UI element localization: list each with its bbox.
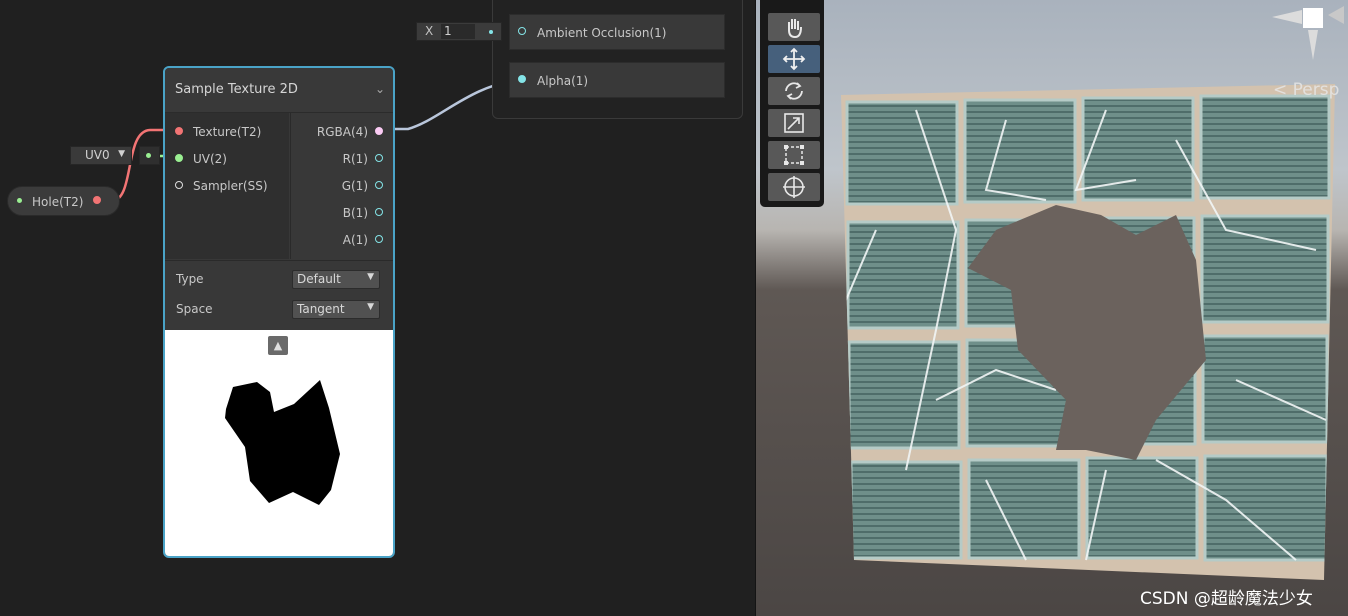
texture-input-label: Texture(T2): [193, 125, 262, 139]
property-node-hole[interactable]: Hole(T2): [7, 186, 120, 216]
projection-label[interactable]: < Persp: [1273, 80, 1339, 100]
sampler-input-label: Sampler(SS): [193, 179, 268, 193]
scene-tools-toolbar: [760, 0, 824, 207]
hand-icon[interactable]: [768, 13, 820, 41]
ao-label: Ambient Occlusion(1): [537, 26, 667, 40]
master-stack-fragment[interactable]: Ambient Occlusion(1) Alpha(1): [492, 0, 743, 119]
block-ambient-occlusion[interactable]: Ambient Occlusion(1): [509, 14, 725, 50]
axis-label: X: [425, 24, 434, 38]
property-indicator-dot: [17, 198, 22, 203]
shader-graph-canvas[interactable]: Ambient Occlusion(1) Alpha(1) X 1 Sample…: [0, 0, 756, 616]
node-header[interactable]: Sample Texture 2D ⌄: [165, 68, 393, 113]
texture-input-port[interactable]: [175, 127, 183, 135]
type-value: Default: [297, 272, 341, 286]
b-output-label: B(1): [342, 206, 368, 220]
ao-input-port[interactable]: [518, 27, 526, 35]
property-label: Hole(T2): [32, 195, 84, 209]
r-output-label: R(1): [342, 152, 368, 166]
orientation-gizmo-icon[interactable]: [1266, 0, 1348, 70]
rgba-output-label: RGBA(4): [316, 125, 368, 139]
dropdown-arrow-icon: ▼: [367, 302, 374, 312]
scene-view[interactable]: < Persp CSDN @超龄魔法少女: [756, 0, 1348, 616]
ao-value-port: [489, 30, 493, 34]
node-settings: Type Default ▼ Space Tangent ▼: [165, 260, 393, 331]
move-icon[interactable]: [768, 45, 820, 73]
watermark-text: CSDN @超龄魔法少女: [1140, 589, 1313, 609]
sample-texture-2d-node[interactable]: Sample Texture 2D ⌄ Texture(T2) UV(2) Sa…: [163, 66, 395, 558]
transform-icon[interactable]: [768, 173, 820, 201]
scale-icon[interactable]: [768, 109, 820, 137]
node-outputs: RGBA(4) R(1) G(1) B(1) A(1): [290, 113, 393, 259]
dropdown-arrow-icon: ▼: [118, 149, 125, 159]
type-label: Type: [176, 272, 204, 286]
node-inputs: Texture(T2) UV(2) Sampler(SS): [165, 113, 289, 259]
node-title: Sample Texture 2D: [175, 82, 298, 97]
property-output-port[interactable]: [93, 196, 101, 204]
ao-default-value-field[interactable]: X 1: [416, 22, 502, 41]
uv-node-port-box[interactable]: [139, 146, 160, 165]
space-label: Space: [176, 302, 213, 316]
type-dropdown[interactable]: Default ▼: [292, 270, 380, 289]
alpha-input-port[interactable]: [518, 75, 526, 83]
glass-panel-render: [841, 84, 1335, 580]
hole-mask-preview: [225, 380, 340, 505]
a-output-port[interactable]: [375, 235, 383, 243]
space-dropdown[interactable]: Tangent ▼: [292, 300, 380, 319]
rect-icon[interactable]: [768, 141, 820, 169]
uv-input-label: UV(2): [193, 152, 227, 166]
editor-window: Ambient Occlusion(1) Alpha(1) X 1 Sample…: [0, 0, 1348, 616]
dropdown-arrow-icon: ▼: [367, 272, 374, 282]
sampler-input-port[interactable]: [175, 181, 183, 189]
a-output-label: A(1): [342, 233, 368, 247]
alpha-label: Alpha(1): [537, 74, 589, 88]
g-output-port[interactable]: [375, 181, 383, 189]
space-value: Tangent: [297, 302, 345, 316]
g-output-label: G(1): [341, 179, 368, 193]
ao-value-input[interactable]: 1: [441, 24, 475, 39]
uv-channel-dropdown[interactable]: UV0 ▼: [70, 146, 132, 165]
b-output-port[interactable]: [375, 208, 383, 216]
rotate-icon[interactable]: [768, 77, 820, 105]
uv-input-port[interactable]: [175, 154, 183, 162]
r-output-port[interactable]: [375, 154, 383, 162]
node-preview: ▲: [165, 330, 393, 556]
block-alpha[interactable]: Alpha(1): [509, 62, 725, 98]
chevron-down-icon[interactable]: ⌄: [375, 82, 385, 96]
uv-channel-value: UV0: [85, 148, 110, 162]
uv-output-port[interactable]: [146, 153, 151, 158]
rgba-output-port[interactable]: [375, 127, 383, 135]
